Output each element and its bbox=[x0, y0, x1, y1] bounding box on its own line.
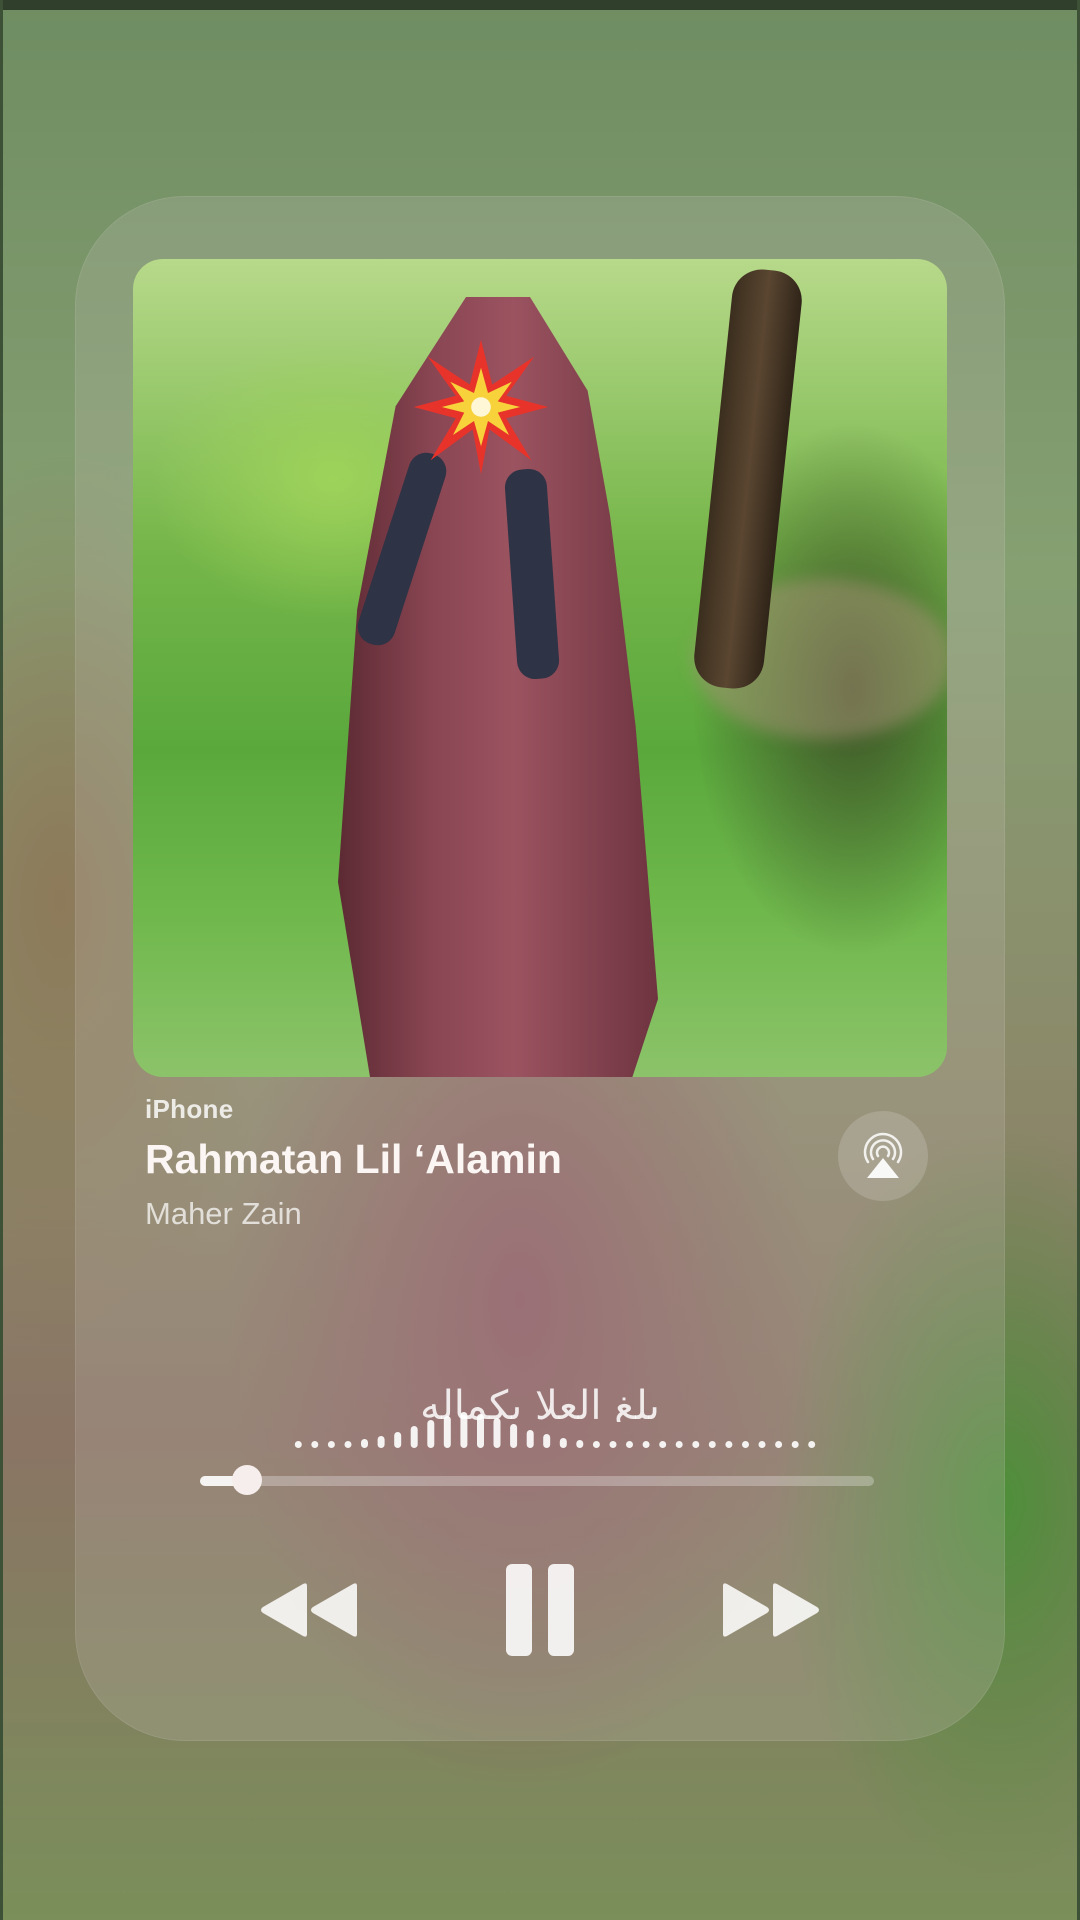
forward-button[interactable] bbox=[712, 1570, 832, 1650]
screen-top-border bbox=[0, 0, 1080, 10]
visualizer-bar bbox=[592, 1441, 600, 1448]
visualizer-bar bbox=[361, 1439, 368, 1448]
visualizer-bar bbox=[377, 1436, 385, 1448]
visualizer-bar bbox=[493, 1418, 501, 1448]
visualizer-bar bbox=[742, 1441, 749, 1448]
pause-button[interactable] bbox=[495, 1560, 585, 1660]
progress-bar[interactable] bbox=[200, 1465, 874, 1495]
visualizer-bar bbox=[626, 1441, 633, 1448]
playback-source-label: iPhone bbox=[145, 1094, 234, 1124]
airplay-button[interactable] bbox=[838, 1111, 928, 1201]
screen-left-border bbox=[0, 0, 3, 1920]
visualizer-bar bbox=[311, 1441, 319, 1448]
visualizer-bar bbox=[675, 1441, 683, 1448]
visualizer-bar bbox=[543, 1434, 551, 1448]
fast-forward-icon bbox=[723, 1583, 819, 1637]
visualizer-bar bbox=[791, 1441, 799, 1448]
visualizer-bar bbox=[327, 1441, 335, 1448]
visualizer-bar bbox=[808, 1441, 816, 1448]
visualizer-bar bbox=[725, 1441, 733, 1448]
audio-visualizer bbox=[294, 1412, 816, 1448]
visualizer-bar bbox=[642, 1441, 650, 1448]
visualizer-bar bbox=[659, 1441, 667, 1448]
rewind-button[interactable] bbox=[248, 1570, 368, 1650]
visualizer-bar bbox=[344, 1441, 352, 1448]
visualizer-bar bbox=[394, 1432, 402, 1448]
pause-icon bbox=[506, 1564, 574, 1656]
visualizer-bar bbox=[692, 1441, 700, 1448]
song-title[interactable]: Rahmatan Lil ‘Alamin bbox=[145, 1136, 562, 1183]
visualizer-bar bbox=[576, 1440, 584, 1448]
visualizer-bar bbox=[294, 1441, 302, 1448]
visualizer-bar bbox=[609, 1441, 617, 1448]
visualizer-bar bbox=[410, 1426, 418, 1448]
progress-scrubber[interactable] bbox=[232, 1465, 263, 1495]
visualizer-bar bbox=[758, 1441, 766, 1448]
visualizer-bar bbox=[526, 1430, 534, 1448]
visualizer-bar bbox=[443, 1416, 451, 1448]
starburst-icon bbox=[413, 339, 549, 475]
artist-name[interactable]: Maher Zain bbox=[145, 1196, 302, 1232]
visualizer-bar bbox=[460, 1412, 468, 1448]
rewind-icon bbox=[261, 1583, 357, 1637]
visualizer-bar bbox=[708, 1441, 716, 1448]
visualizer-bar bbox=[775, 1441, 783, 1448]
airplay-icon bbox=[863, 1132, 903, 1178]
visualizer-bar bbox=[477, 1414, 484, 1448]
visualizer-bar bbox=[559, 1438, 567, 1448]
visualizer-bar bbox=[510, 1424, 518, 1448]
album-artwork[interactable] bbox=[133, 259, 947, 1077]
visualizer-bar bbox=[427, 1420, 435, 1448]
